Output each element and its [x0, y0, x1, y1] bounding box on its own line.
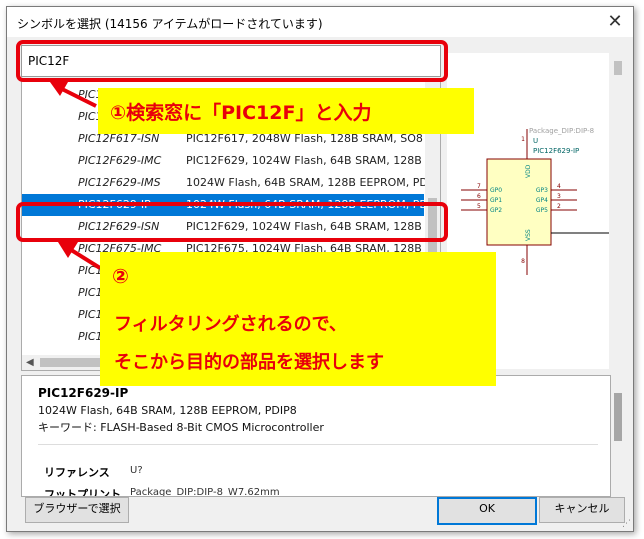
pin-vss-number: 8 [521, 258, 525, 265]
select-with-browser-button[interactable]: ブラウザーで選択 [25, 497, 129, 523]
symbol-list-row[interactable]: PIC12F629-IMC PIC12F629, 1024W Flash, 64B… [22, 150, 440, 172]
details-scroll-thumb[interactable] [614, 393, 622, 441]
search-input[interactable] [26, 49, 430, 73]
pin-vdd-number: 1 [521, 136, 525, 143]
ok-button[interactable]: OK [437, 497, 537, 525]
symbol-row-description: 1024W Flash, 64B SRAM, 128B EEPROM, PDIP [186, 176, 438, 189]
pin-gp4-label: GP4 [536, 197, 548, 204]
callout-step2-line1: フィルタリングされるので、 [114, 314, 347, 335]
pin-gp3-number: 4 [557, 183, 561, 190]
symbol-list-row[interactable]: PIC12F629-IMS 1024W Flash, 64B SRAM, 128B… [22, 172, 438, 194]
callout-step2-line2: そこから目的の部品を選択します [114, 352, 384, 373]
resize-grip-icon[interactable]: ⋰ [622, 519, 631, 529]
details-divider [38, 444, 598, 445]
callout-step2: ② フィルタリングされるので、 そこから目的の部品を選択します [100, 252, 496, 386]
pin-vdd-label: VDD [525, 164, 532, 178]
details-symbol-name: PIC12F629-IP [38, 386, 129, 400]
symbol-details: PIC12F629-IP 1024W Flash, 64B SRAM, 128B… [21, 375, 611, 497]
preview-scroll-thumb[interactable] [614, 61, 622, 75]
pin-gp2-number: 5 [477, 203, 481, 210]
details-scrollbar[interactable] [611, 375, 625, 495]
preview-scrollbar[interactable] [611, 53, 625, 369]
details-keywords: キーワード: FLASH-Based 8-Bit CMOS Microcontr… [38, 421, 324, 434]
pin-gp5-label: GP5 [536, 207, 548, 214]
preview-value-text: PIC12F629-IP [533, 147, 579, 155]
pin-gp2-label: GP2 [490, 207, 502, 214]
preview-ref-text: U [533, 137, 538, 145]
symbol-list-row[interactable]: PIC12F629-ISN PIC12F629, 1024W Flash, 64B… [22, 216, 440, 238]
pin-gp0-number: 7 [477, 183, 481, 190]
details-reference-label: リファレンス [44, 466, 110, 479]
callout-step1: ①検索窓に「PIC12F」と入力 [98, 88, 474, 134]
title-bar: シンボルを選択 (14156 アイテムがロードされています) ✕ [7, 7, 633, 37]
symbol-row-name: PIC12F629-IMC [78, 154, 162, 167]
scroll-left-icon[interactable]: ◀ [26, 355, 34, 370]
callout-step2-number: ② [112, 264, 129, 288]
symbol-row-description: PIC12F629, 1024W Flash, 64B SRAM, 128B E… [186, 220, 441, 233]
details-footprint-label: フットプリント [44, 488, 121, 497]
symbol-row-description: PIC12F629, 1024W Flash, 64B SRAM, 128B E… [186, 154, 441, 167]
details-description: 1024W Flash, 64B SRAM, 128B EEPROM, PDIP… [38, 404, 297, 417]
cancel-button[interactable]: キャンセル [539, 497, 625, 523]
pin-gp1-label: GP1 [490, 197, 502, 204]
pin-vss-label: VSS [525, 229, 532, 241]
symbol-row-description: 1024W Flash, 64B SRAM, 128B EEPROM, PDIP [186, 198, 438, 211]
symbol-row-name: PIC12F629-IP [78, 198, 151, 211]
list-vertical-scroll-thumb[interactable] [428, 198, 437, 258]
pin-gp3-label: GP3 [536, 187, 548, 194]
symbol-list-row[interactable]: PIC12F629-IP 1024W Flash, 64B SRAM, 128B … [22, 194, 438, 216]
symbol-row-name: PIC12F629-ISN [78, 220, 160, 233]
pin-gp4-number: 3 [557, 193, 561, 200]
preview-package-text: Package_DIP:DIP-8 [529, 127, 594, 135]
callout-step1-text: ①検索窓に「PIC12F」と入力 [110, 102, 372, 124]
close-icon[interactable]: ✕ [603, 11, 627, 33]
symbol-row-name: PIC12F629-IMS [78, 176, 161, 189]
details-footprint-value: Package_DIP:DIP-8_W7.62mm [130, 487, 280, 497]
search-box[interactable] [21, 45, 441, 77]
pin-gp0-label: GP0 [490, 187, 502, 194]
pin-gp1-number: 6 [477, 193, 481, 200]
dialog-title: シンボルを選択 (14156 アイテムがロードされています) [17, 17, 323, 31]
pin-gp5-number: 2 [557, 203, 561, 210]
details-reference-value: U? [130, 465, 143, 476]
